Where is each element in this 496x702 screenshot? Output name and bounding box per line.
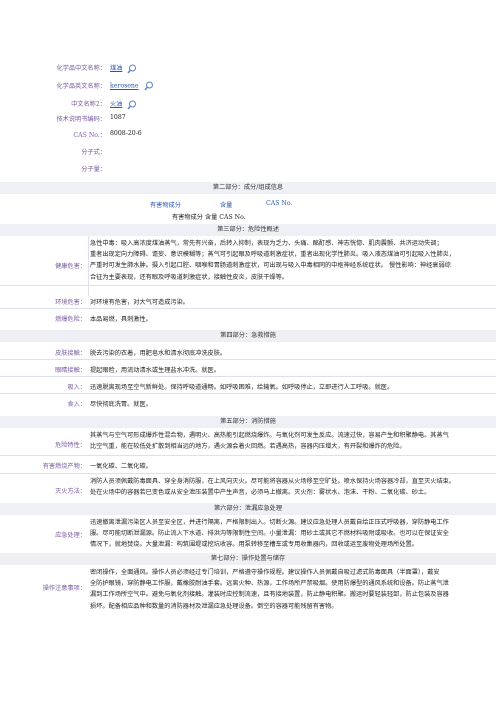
chinese-name2-label: 中文名称2： [71,101,106,108]
cas-value: 8008-20-6 [110,130,142,137]
doc-no-value: 1087 [110,114,126,121]
section-3-header: 第三部分：危险性概述 [0,224,496,236]
inhalation-value: 迅速脱离现场至空气新鲜处。保持呼吸道通畅。如呼吸困难，给输氧。如呼吸停止，立即进… [90,384,394,391]
inhalation-label: 吸入： [67,384,86,391]
divider [0,359,496,360]
emergency-line: 服。尽可能切断泄漏源。防止流入下水道、排洪沟等限制性空间。小量泄漏：用砂土或其它… [90,530,449,538]
operation-line: 漏到工作场所空气中。避免与氧化剂接触。灌装时应控制流速，且有接地装置，防止静电积… [90,591,449,599]
emergency-text: 迅速撤离泄漏污染区人员至安全区，并进行隔离，严格限制出入。切断火源。建议应急处理… [90,517,496,551]
component-header: 有害物成分 [150,202,181,209]
chinese-name-label: 化学品中文名称： [56,65,107,72]
divider [0,393,496,394]
combustion-products-value: 一氧化碳、二氧化碳。 [90,463,152,470]
hazard-property-text: 其蒸气与空气可形成爆炸性混合物，遇明火、高热能引起燃烧爆炸。与氧化剂可发生反应。… [90,430,496,452]
search-icon[interactable] [127,100,137,110]
doc-no-label: 技术说明书编码： [56,116,107,123]
health-line: 严重时可发生肺水肿。摄入引起口腔、咽喉和胃肠道刺激症状，可出现与吸入中毒相同的中… [90,262,451,270]
operation-line: 全防护眼镜，穿防静电工作服，戴橡胶耐油手套。远离火种、热源，工作场所严禁吸烟。使… [90,580,449,588]
english-name-label: 化学品英文名称： [56,83,107,90]
cas-label: CAS No.： [73,132,106,139]
operation-notes-text: 密闭操作，全面通风。操作人员必须经过专门培训，严格遵守操作规程。建议操作人员佩戴… [90,567,496,612]
chinese-name-value-wrap: 煤油 [110,63,137,74]
formula-label: 分子式： [81,149,106,156]
eye-contact-value: 提起眼睑，用流动清水或生理盐水冲洗。就医。 [90,367,220,374]
method-line: 处在火场中的容器若已变色或从安全泄压装置中产生声音，必须马上撤离。灭火剂：雾状水… [90,489,431,497]
extinguish-method-text: 消防人员须佩戴防毒面具、穿全身消防服，在上风向灭火。尽可能将容器从火场移至空旷处… [90,476,496,498]
health-hazard-label: 健康危害： [55,263,86,270]
extinguish-method-label: 灭火方法： [55,488,86,495]
operation-line: 损坏。配备相应品种和数量的消防器材及泄漏应急处理设备。倒空的容器可能残留有害物。 [90,602,338,610]
health-line: 合征为主要表现，还有眼及呼吸道刺激症状，接触性皮炎，皮肤干燥等。 [90,273,288,281]
section-7-header: 第七部分：操作处置与储存 [0,553,496,565]
skin-contact-label: 皮肤接触： [55,350,86,357]
label-column-divider [88,236,89,296]
english-name-link[interactable]: kerosene [110,83,139,90]
emergency-label: 应急处理： [55,532,86,539]
operation-notes-label: 操作注意事项： [42,585,86,592]
health-line: 急性中毒：吸入高浓度煤油蒸气，常先有兴奋，后转入抑制，表现为乏力、头痛、酩酊感、… [90,240,443,247]
section-4-header: 第四部分：急救措施 [0,330,496,342]
health-hazard-text: 急性中毒：吸入高浓度煤油蒸气，常先有兴奋，后转入抑制，表现为乏力、头痛、酩酊感、… [90,238,496,283]
emergency-line: 情况下，就地焚烧。大量泄漏：构筑围堤或挖坑收容。用泵转移至槽车或专用收集器内，回… [90,541,418,549]
weight-label: 分子量： [81,166,106,173]
search-icon[interactable] [143,81,154,91]
section-5-header: 第五部分：消防措施 [0,416,496,428]
component-plain-line: 有害物成分 含量 CAS No. [172,214,246,221]
method-line: 消防人员须佩戴防毒面具、穿全身消防服，在上风向灭火。尽可能将容器从火场移至空旷处… [90,478,456,485]
divider [0,285,496,286]
fire-hazard-value: 本品易燃，具刺激性。 [90,316,152,323]
fire-hazard-label: 燃爆危险： [55,316,86,323]
ingestion-value: 尽快彻底洗胃。就医。 [90,401,152,408]
content-header: 含量 [220,202,233,209]
env-hazard-label: 环境危害： [55,299,86,306]
env-hazard-value: 对环境有危害，对大气可造成污染。 [90,299,189,306]
hazard-line: 比空气重，能在较低处扩散到相当远的地方，遇火源会着火回燃。若遇高热，容器内压增大… [90,443,406,451]
hazard-line: 其蒸气与空气可形成爆炸性混合物，遇明火、高热能引起燃烧爆炸。与氧化剂可发生反应。… [90,432,449,439]
divider [0,473,496,474]
divider [0,376,496,377]
chinese-name2-value-wrap: 火油 [110,99,137,110]
emergency-line: 迅速撤离泄漏污染区人员至安全区，并进行隔离，严格限制出入。切断火源。建议应急处理… [90,519,449,526]
divider [0,308,496,309]
skin-contact-value: 脱去污染的衣着，用肥皂水和清水彻底冲洗皮肤。 [90,350,227,357]
section-6-header: 第六部分：泄漏应急处理 [0,503,496,515]
section-2-header: 第二部分：成分/组成信息 [0,182,496,194]
eye-contact-label: 眼睛接触： [55,367,86,374]
health-line: 重者出现定向力障碍、谵妄、意识模糊等；蒸气可引起眼及呼吸道刺激症状，重者出现化学… [90,251,456,259]
ingestion-label: 食入： [67,401,86,408]
cas-header: CAS No. [266,200,293,207]
english-name-value-wrap: kerosene [110,81,154,91]
chinese-name2-link[interactable]: 火油 [110,101,122,108]
hazard-property-label: 危险特性： [55,442,86,449]
search-icon[interactable] [127,64,137,74]
combustion-products-label: 有害燃烧产物： [42,463,86,470]
operation-line: 密闭操作，全面通风。操作人员必须经过专门培训，严格遵守操作规程。建议操作人员佩戴… [90,569,440,576]
divider [0,455,496,456]
chinese-name-link[interactable]: 煤油 [110,65,122,72]
